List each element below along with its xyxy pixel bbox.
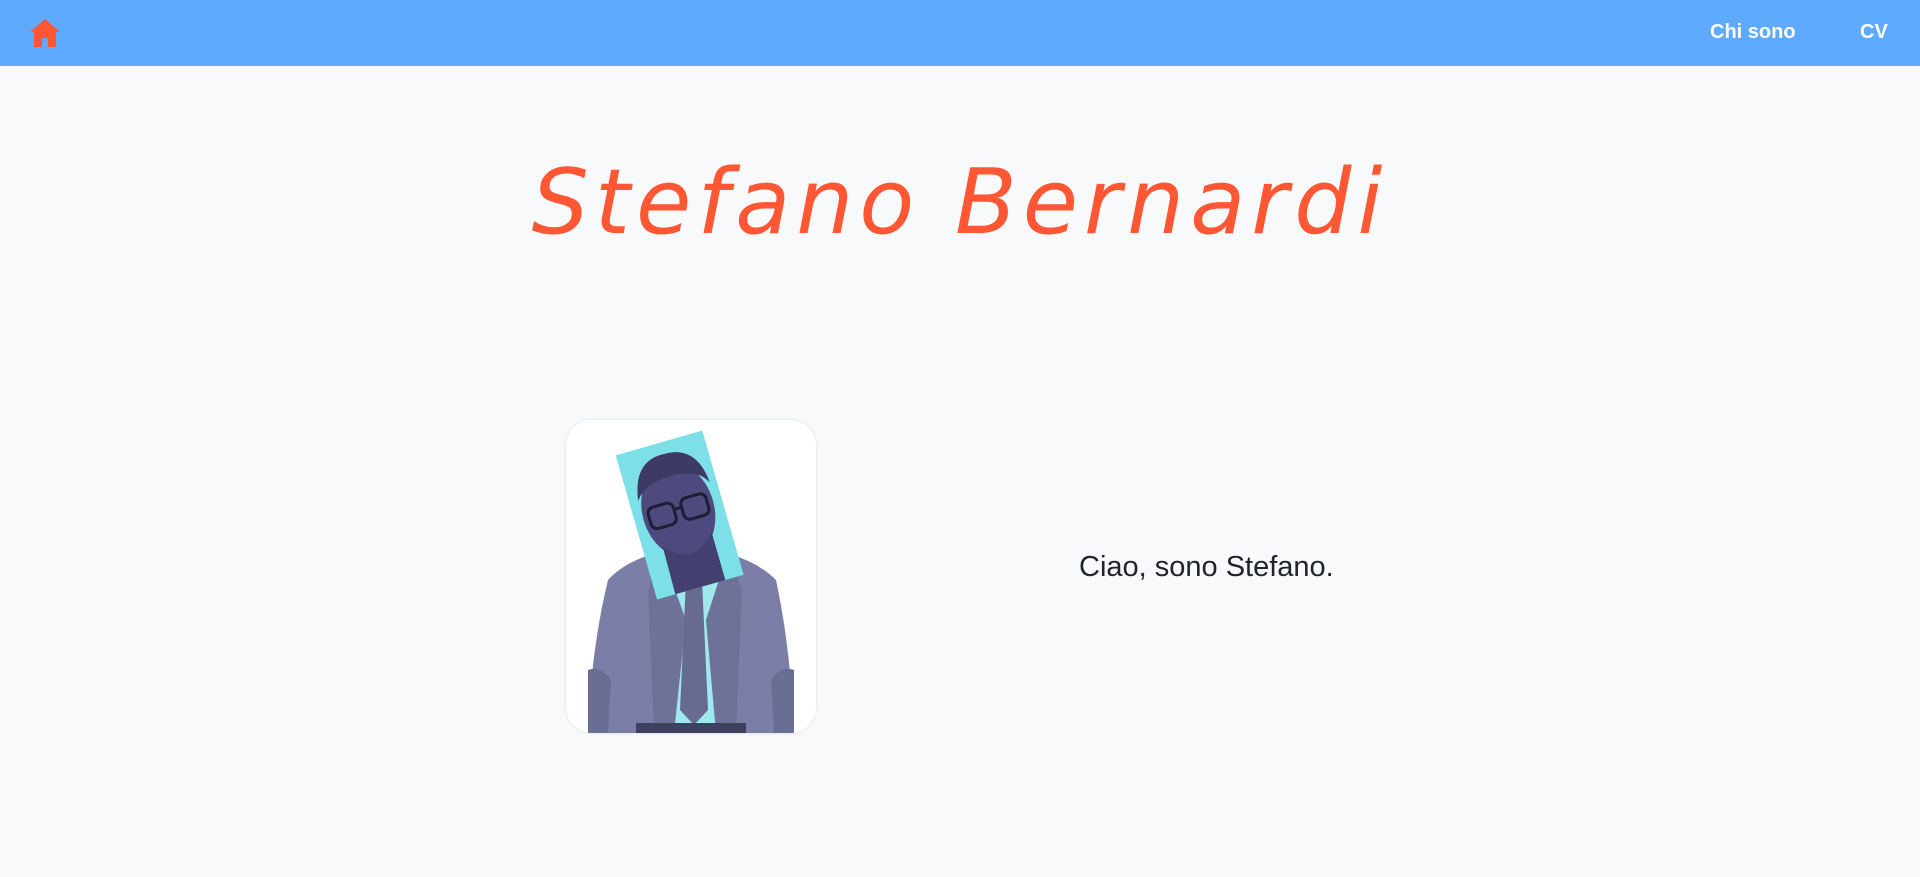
- intro-text: Ciao, sono Stefano.: [1079, 551, 1334, 583]
- home-icon: [30, 19, 60, 47]
- page-title: Stefano Bernardi: [531, 150, 1389, 255]
- home-link[interactable]: [28, 17, 62, 49]
- profile-photo: [566, 420, 816, 733]
- nav-cv[interactable]: CV: [1860, 20, 1888, 44]
- profile-photo-card: [566, 420, 816, 733]
- navbar: Chi sono CV: [0, 0, 1920, 66]
- nav-chi-sono[interactable]: Chi sono: [1710, 20, 1796, 44]
